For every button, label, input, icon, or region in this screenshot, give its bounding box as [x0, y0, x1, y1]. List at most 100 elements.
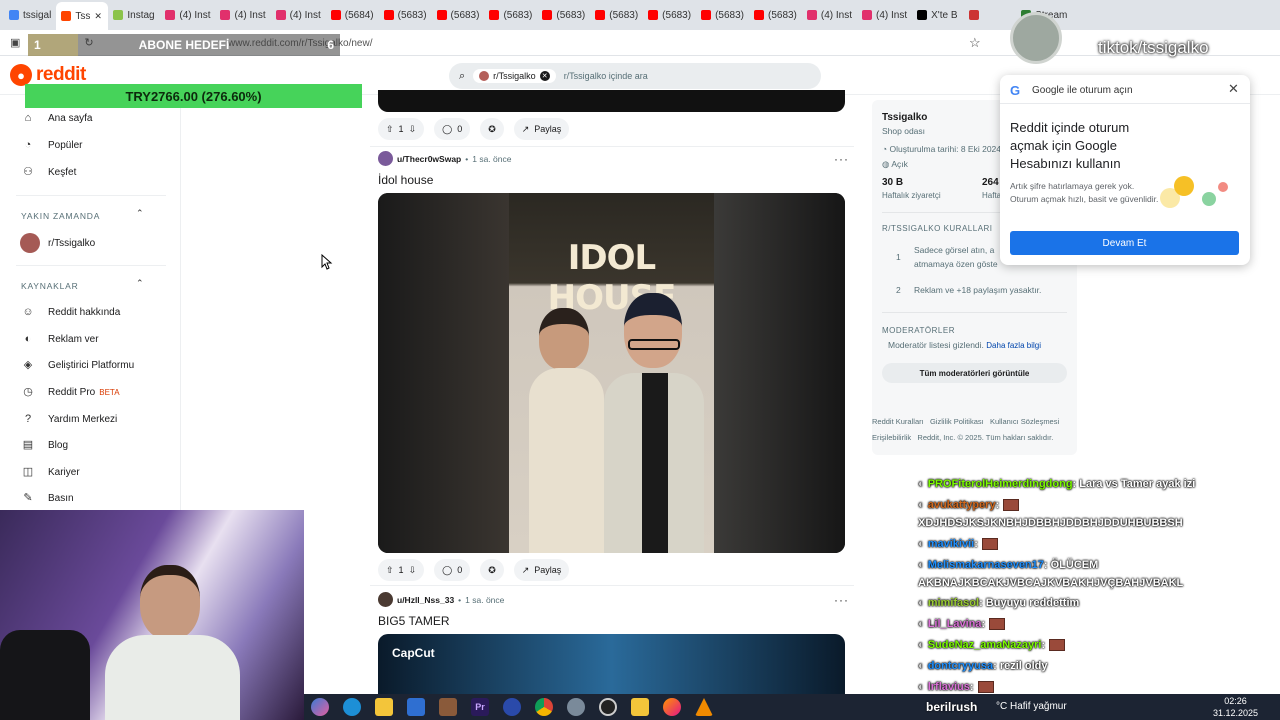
browser-tab[interactable]: X'te B: [912, 3, 964, 27]
webcam-feed: [0, 510, 304, 720]
browser-tab[interactable]: (4) Inst: [215, 3, 270, 27]
reddit-logo[interactable]: ● reddit: [10, 64, 86, 86]
person-right: [604, 293, 704, 553]
comments-button[interactable]: ◯ 0: [434, 559, 471, 581]
sidebar-item-popular[interactable]: ◔ Popüler: [22, 139, 83, 151]
continue-button[interactable]: Devam Et: [1010, 231, 1239, 255]
search-bar[interactable]: ⌕ r/Tssigalko ✕ r/Tssigalko içinde ara: [449, 63, 821, 89]
tab-favicon-icon: [969, 10, 980, 20]
user-avatar[interactable]: [378, 592, 393, 607]
resources-header[interactable]: KAYNAKLAR: [21, 281, 79, 291]
firefox-icon[interactable]: [663, 698, 681, 716]
person-left: [529, 308, 604, 553]
browser-tab[interactable]: (5684): [326, 3, 379, 27]
megaphone-icon: ◐: [24, 333, 32, 345]
upvote-icon[interactable]: ⇧: [386, 124, 394, 135]
weather-widget[interactable]: °C Hafif yağmur: [996, 701, 1067, 712]
rule-text[interactable]: atmamaya özen göste: [914, 259, 998, 269]
sidebar-item-blog[interactable]: ▤ Blog: [22, 439, 68, 451]
google-g-icon: G: [1010, 83, 1021, 98]
browser-tab[interactable]: (5683): [749, 3, 802, 27]
vlc-icon[interactable]: [695, 698, 713, 716]
footer-links[interactable]: Reddit Kuralları Gizlilik Politikası Kul…: [872, 417, 1059, 426]
sidebar-item-careers[interactable]: ◫ Kariyer: [22, 466, 80, 478]
premiere-icon[interactable]: Pr: [471, 698, 489, 716]
award-button[interactable]: ✪: [480, 118, 504, 140]
sidebar-item-developer[interactable]: ◈ Geliştirici Platformu: [22, 359, 134, 371]
sidebar-item-press[interactable]: ✎ Basın: [22, 492, 73, 504]
chevron-up-icon[interactable]: ⌃: [136, 278, 144, 289]
post-video[interactable]: IDOL HOUSE: [378, 193, 845, 553]
downvote-icon[interactable]: ⇩: [409, 124, 417, 135]
user-avatar[interactable]: [378, 151, 393, 166]
chevron-up-icon[interactable]: ⌃: [136, 208, 144, 219]
close-icon[interactable]: ✕: [1228, 81, 1239, 97]
sidebar-item-home[interactable]: ⌂ Ana sayfa: [22, 112, 93, 124]
sidebar-toggle-icon[interactable]: ▣: [10, 36, 20, 49]
browser-tab[interactable]: (5683): [643, 3, 696, 27]
more-options-icon[interactable]: ···: [834, 593, 849, 607]
search-subreddit-chip[interactable]: r/Tssigalko ✕: [473, 69, 556, 83]
view-all-moderators-button[interactable]: Tüm moderatörleri görüntüle: [882, 363, 1067, 383]
sidebar-item-explore[interactable]: ⚇ Keşfet: [22, 166, 76, 178]
app-icon[interactable]: [567, 698, 585, 716]
obs-icon[interactable]: [599, 698, 617, 716]
browser-tab[interactable]: (5683): [379, 3, 432, 27]
mail-icon[interactable]: [407, 698, 425, 716]
rule-text[interactable]: Reklam ve +18 paylaşım yasaktır.: [914, 285, 1041, 295]
file-explorer-icon[interactable]: [631, 698, 649, 716]
sidebar-item-help[interactable]: ? Yardım Merkezi: [22, 413, 117, 425]
sidebar-item-advertise[interactable]: ◐ Reklam ver: [22, 333, 99, 345]
browser-tab[interactable]: (5683): [696, 3, 749, 27]
share-button[interactable]: ↗ Paylaş: [513, 118, 570, 140]
chat-message: ◐ dontcryyusa: rezil oldy: [918, 660, 1048, 672]
sidebar-item-label: Keşfet: [48, 166, 77, 178]
browser-tab[interactable]: (5683): [432, 3, 485, 27]
rule-text[interactable]: Sadece görsel atın, a: [914, 245, 994, 255]
browser-tab[interactable]: (5683): [537, 3, 590, 27]
search-input[interactable]: r/Tssigalko içinde ara: [564, 71, 648, 81]
edge-icon[interactable]: [343, 698, 361, 716]
app-icon[interactable]: [439, 698, 457, 716]
post-video-top[interactable]: [378, 90, 845, 112]
share-button[interactable]: ↗ Paylaş: [513, 559, 570, 581]
sidebar-item-reddit-pro[interactable]: ◷ Reddit Pro BETA: [22, 386, 119, 398]
recent-header[interactable]: YAKIN ZAMANDA: [21, 211, 100, 221]
post-author[interactable]: u/Thecr0wSwap: [397, 154, 461, 164]
copilot-icon[interactable]: [311, 698, 329, 716]
sidebar-item-tssigalko[interactable]: r/Tssigalko: [20, 233, 95, 253]
created-row: ◔ Oluşturulma tarihi: 8 Eki 2024: [882, 144, 1001, 154]
store-icon[interactable]: [375, 698, 393, 716]
browser-tab[interactable]: Instag: [108, 3, 160, 27]
downvote-icon[interactable]: ⇩: [409, 565, 417, 576]
upvote-icon[interactable]: ⇧: [386, 565, 394, 576]
browser-tab[interactable]: (4) Inst: [271, 3, 326, 27]
comments-button[interactable]: ◯ 0: [434, 118, 471, 140]
vote-pill[interactable]: ⇧ 1 ⇩: [378, 559, 425, 581]
chip-close-icon[interactable]: ✕: [539, 71, 550, 81]
post-author[interactable]: u/Hzll_Nss_33: [397, 595, 454, 605]
bookmark-star-icon[interactable]: ☆: [969, 35, 981, 51]
browser-tab[interactable]: (5683): [484, 3, 537, 27]
app-icon[interactable]: [503, 698, 521, 716]
browser-tab[interactable]: (5683): [590, 3, 643, 27]
browser-tab[interactable]: (4) Inst: [160, 3, 215, 27]
post-title[interactable]: BIG5 TAMER: [378, 614, 450, 628]
chrome-icon[interactable]: [535, 698, 553, 716]
popular-icon: ◔: [24, 139, 32, 151]
browser-tab[interactable]: (4) Inst: [802, 3, 857, 27]
browser-tab[interactable]: tssigal: [4, 3, 56, 27]
tab-close-icon[interactable]: ✕: [94, 11, 102, 22]
system-clock[interactable]: 02:26 31.12.2025: [1213, 695, 1258, 719]
browser-tab[interactable]: (4) Inst: [857, 3, 912, 27]
browser-tab[interactable]: [964, 3, 1016, 27]
post-video[interactable]: CapCut: [378, 634, 845, 694]
more-options-icon[interactable]: ···: [834, 152, 849, 166]
browser-tab[interactable]: Tss ✕: [56, 2, 109, 30]
learn-more-link[interactable]: Daha fazla bilgi: [986, 341, 1041, 350]
vote-pill[interactable]: ⇧ 1 ⇩: [378, 118, 425, 140]
tab-favicon-icon: [753, 10, 764, 20]
award-button[interactable]: ✪: [480, 559, 504, 581]
post-title[interactable]: İdol house: [378, 173, 433, 187]
sidebar-item-about[interactable]: ☺ Reddit hakkında: [22, 306, 120, 318]
